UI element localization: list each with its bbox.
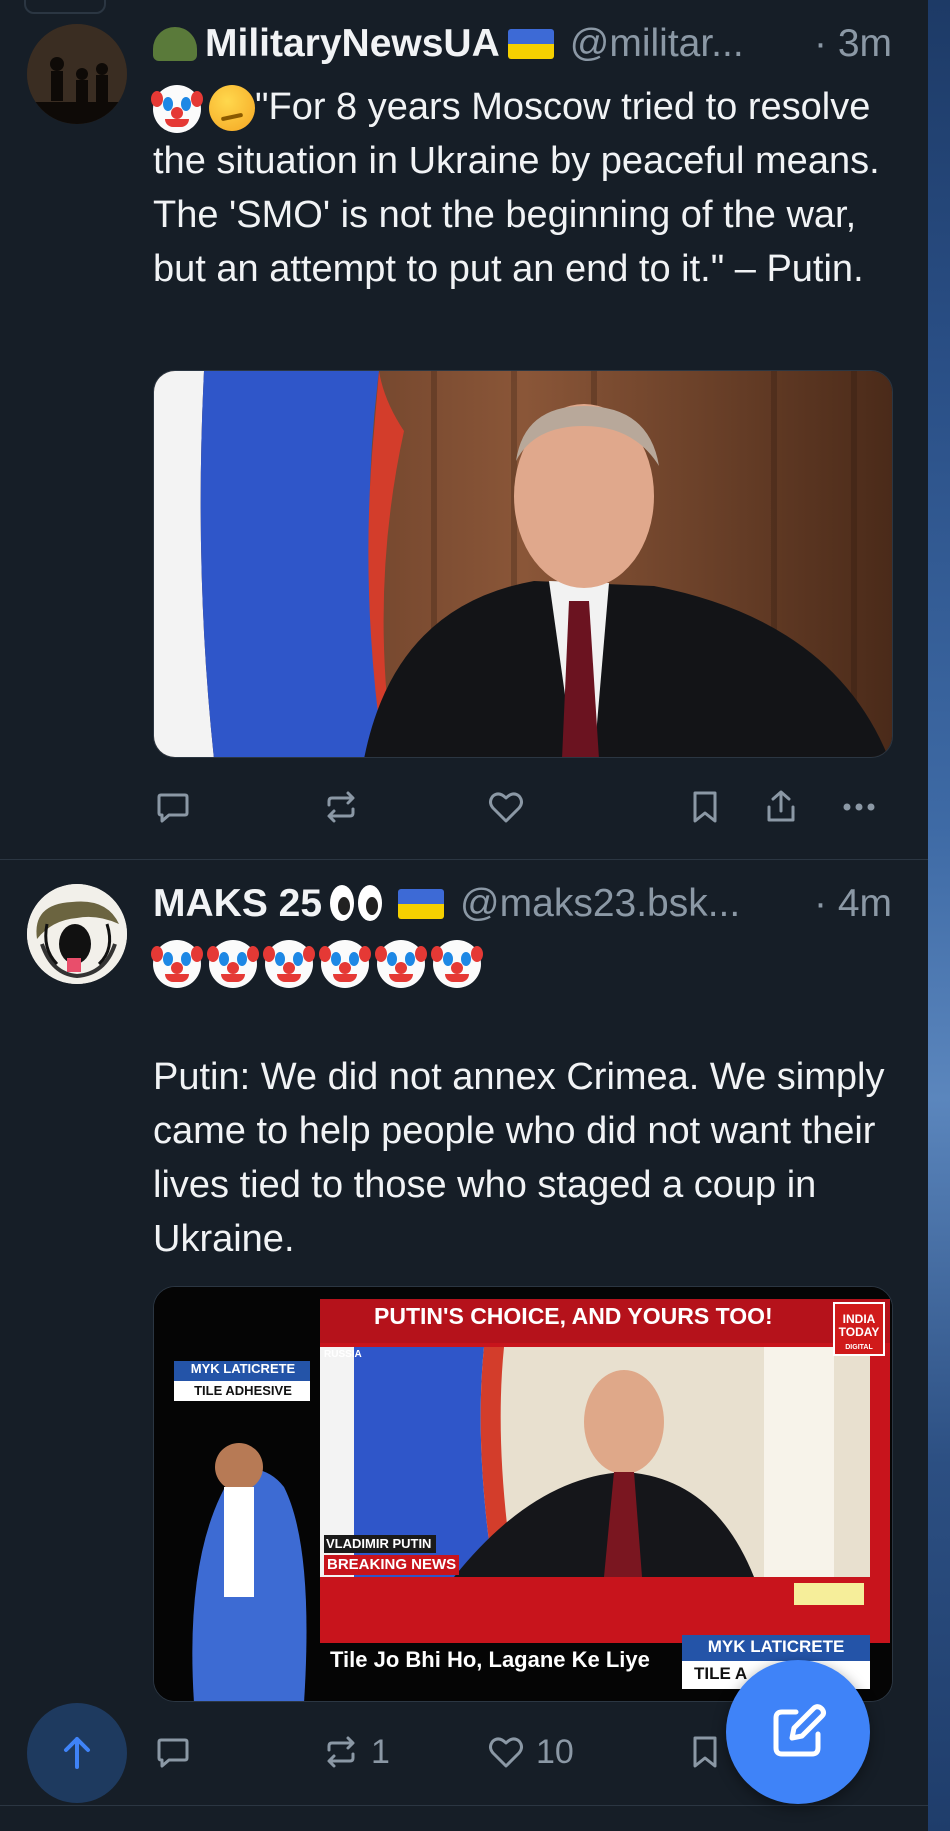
repost-count: 1: [371, 1732, 390, 1771]
top-tab-edge: [24, 0, 106, 14]
reply-button[interactable]: [153, 785, 193, 829]
post-body: Putin: We did not annex Crimea. We simpl…: [153, 1056, 885, 1260]
compose-pencil-icon: [773, 1704, 826, 1757]
bookmark-button[interactable]: [685, 1730, 725, 1774]
background-wallpaper-edge: [928, 0, 950, 1831]
post-video[interactable]: PUTIN'S CHOICE, AND YOURS TOO! INDIA TOD…: [153, 1286, 893, 1702]
clown-emoji-icon: [263, 940, 313, 988]
post-image[interactable]: [153, 370, 893, 758]
post-body: "For 8 years Moscow tried to resolve the…: [153, 86, 880, 290]
compose-button[interactable]: [726, 1660, 870, 1804]
clown-emoji-icon: [207, 940, 257, 988]
avatar[interactable]: [27, 24, 127, 124]
post-time[interactable]: · 3m: [814, 22, 892, 66]
like-button[interactable]: 10: [486, 1730, 574, 1774]
emoji-row: [151, 84, 255, 133]
feed: MilitaryNewsUA @militar... · 3m "For 8 y…: [0, 0, 928, 1831]
heart-icon: [489, 1737, 523, 1768]
speaker-photo-image: [154, 371, 892, 757]
share-icon: [767, 790, 795, 822]
repost-icon: [327, 791, 355, 823]
author-name[interactable]: MAKS 25: [153, 882, 322, 926]
woozy-face-emoji-icon: [209, 84, 255, 131]
post-divider: [0, 859, 928, 860]
ukraine-flag-icon: [507, 29, 554, 59]
repost-icon: [327, 1736, 355, 1768]
clown-emoji-icon: [375, 940, 425, 988]
post-actions: [153, 785, 893, 829]
eyes-emoji-icon: [328, 885, 384, 923]
author-handle[interactable]: @militar...: [570, 22, 802, 66]
channel-logo: INDIA TODAY DIGITAL: [838, 1312, 880, 1352]
ad-brand-right: MYK LATICRETE: [707, 1637, 845, 1656]
bookmark-button[interactable]: [685, 785, 725, 829]
ad-brand-left: MYK LATICRETE: [190, 1361, 296, 1376]
soldiers-silhouette-icon: [27, 24, 127, 124]
avatar[interactable]: [27, 884, 127, 984]
more-icon: [843, 803, 875, 811]
clown-emoji-icon: [431, 940, 481, 988]
bookmark-icon: [693, 1736, 717, 1768]
like-button[interactable]: [486, 785, 526, 829]
arrow-up-icon: [64, 1737, 90, 1769]
share-button[interactable]: [761, 785, 801, 829]
repost-button[interactable]: [321, 785, 361, 829]
reply-button[interactable]: [153, 1730, 193, 1774]
post-time[interactable]: · 4m: [814, 882, 892, 926]
bookmark-icon: [693, 791, 717, 823]
scroll-to-top-button[interactable]: [27, 1703, 127, 1803]
ad-sub-right: TILE A: [694, 1664, 748, 1683]
repost-button[interactable]: 1: [321, 1730, 390, 1774]
ad-tagline: Tile Jo Bhi Ho, Lagane Ke Liye: [330, 1647, 650, 1672]
clown-emoji-icon: [151, 84, 201, 133]
reply-icon: [157, 793, 189, 823]
ukraine-flag-icon: [398, 889, 445, 919]
clown-emoji-row: [151, 940, 481, 988]
like-count: 10: [536, 1732, 574, 1771]
heart-icon: [489, 792, 523, 823]
clown-emoji-icon: [151, 940, 201, 988]
broadcast-headline: PUTIN'S CHOICE, AND YOURS TOO!: [374, 1303, 773, 1329]
post-header: MAKS 25 @maks23.bsk... · 4m: [153, 880, 892, 928]
ad-sub-left: TILE ADHESIVE: [194, 1383, 292, 1398]
author-name[interactable]: MilitaryNewsUA: [205, 22, 500, 66]
post-text: "For 8 years Moscow tried to resolve the…: [151, 80, 892, 296]
breaking-news-tag: BREAKING NEWS: [327, 1556, 457, 1573]
reply-icon: [157, 1738, 189, 1768]
post-header: MilitaryNewsUA @militar... · 3m: [153, 20, 892, 68]
author-handle[interactable]: @maks23.bsk...: [460, 882, 802, 926]
screaming-face-avatar-icon: [27, 884, 127, 984]
clown-emoji-icon: [319, 940, 369, 988]
country-tag: RUSSIA: [324, 1349, 362, 1360]
name-tag: VLADIMIR PUTIN: [326, 1536, 432, 1551]
more-options-button[interactable]: [839, 785, 879, 829]
helmet-emoji-icon: [153, 27, 197, 61]
post-divider: [0, 1805, 928, 1806]
